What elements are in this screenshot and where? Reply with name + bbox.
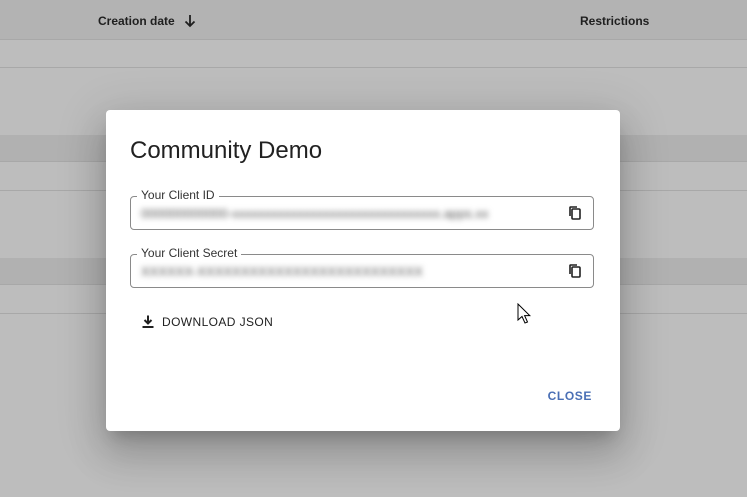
column-header-creation-date[interactable]: Creation date xyxy=(98,14,197,28)
copy-icon[interactable] xyxy=(567,205,583,221)
table-header: Creation date Restrictions xyxy=(0,0,747,40)
client-id-value[interactable]: 000000000000-xxxxxxxxxxxxxxxxxxxxxxxxxxx… xyxy=(141,206,489,221)
column-header-label: Restrictions xyxy=(580,14,650,28)
client-id-field[interactable]: Your Client ID 000000000000-xxxxxxxxxxxx… xyxy=(130,188,594,230)
table-row-divider xyxy=(0,67,747,68)
download-json-button[interactable]: DOWNLOAD JSON xyxy=(140,312,273,332)
page: Creation date Restrictions Community Dem… xyxy=(0,0,747,497)
client-secret-field[interactable]: Your Client Secret XXXXXX-XXXXXXXXXXXXXX… xyxy=(130,246,594,288)
mouse-pointer-icon xyxy=(517,303,531,325)
close-button[interactable]: CLOSE xyxy=(548,389,592,403)
column-header-label: Creation date xyxy=(98,14,175,28)
client-id-label: Your Client ID xyxy=(137,188,219,202)
download-icon xyxy=(140,314,156,330)
arrow-down-icon[interactable] xyxy=(183,14,197,28)
column-header-restrictions[interactable]: Restrictions xyxy=(580,14,649,28)
client-secret-value[interactable]: XXXXXX-XXXXXXXXXXXXXXXXXXXXXXXXXX xyxy=(141,264,423,279)
download-json-label: DOWNLOAD JSON xyxy=(162,315,274,329)
client-secret-label: Your Client Secret xyxy=(137,246,242,260)
credentials-dialog: Community Demo Your Client ID 0000000000… xyxy=(106,110,620,431)
copy-icon[interactable] xyxy=(567,263,583,279)
dialog-title: Community Demo xyxy=(130,137,323,164)
